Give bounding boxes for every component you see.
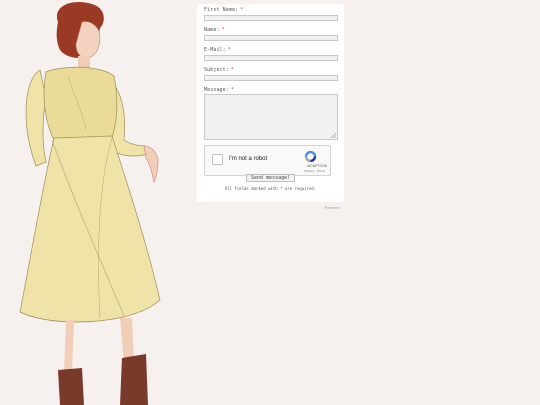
recaptcha-privacy-terms[interactable]: Privacy - Terms bbox=[304, 169, 325, 173]
recaptcha-logo-icon bbox=[304, 150, 317, 163]
contact-form: First Name: * Name: * E-Mail: * Subject: * M… bbox=[197, 4, 344, 202]
powered-by-link[interactable]: Powered bbox=[325, 206, 339, 210]
name-field[interactable] bbox=[204, 35, 338, 41]
subject-field[interactable] bbox=[204, 75, 338, 81]
first-name-label-text: First Name: bbox=[204, 7, 239, 13]
message-label-text: Message: bbox=[204, 87, 229, 93]
email-field[interactable] bbox=[204, 55, 338, 61]
required-mark: * bbox=[221, 27, 225, 33]
subject-label-text: Subject: bbox=[204, 67, 229, 73]
email-label-text: E-Mail: bbox=[204, 47, 226, 53]
fashion-illustration bbox=[19, 2, 161, 405]
resize-grip-icon[interactable] bbox=[331, 133, 336, 138]
first-name-label: First Name: * bbox=[204, 7, 243, 13]
name-label-text: Name: bbox=[204, 27, 220, 33]
required-mark: * bbox=[240, 7, 244, 13]
send-message-button[interactable]: Send message! bbox=[246, 174, 296, 182]
email-label: E-Mail: * bbox=[204, 47, 231, 53]
required-mark: * bbox=[230, 87, 235, 93]
required-mark: * bbox=[230, 67, 235, 73]
message-textarea[interactable] bbox=[204, 94, 338, 140]
subject-label: Subject: * bbox=[204, 67, 234, 73]
message-label: Message: * bbox=[204, 87, 234, 93]
first-name-field[interactable] bbox=[204, 15, 338, 21]
recaptcha-brand: reCAPTCHA bbox=[307, 164, 327, 168]
required-fields-note: All fields marked with * are required. bbox=[224, 186, 317, 191]
recaptcha-label: I'm not a robot bbox=[229, 156, 268, 162]
required-mark: * bbox=[227, 47, 231, 53]
name-label: Name: * bbox=[204, 27, 225, 33]
recaptcha-widget: I'm not a robot reCAPTCHA Privacy - Term… bbox=[204, 145, 331, 176]
recaptcha-checkbox[interactable] bbox=[212, 154, 223, 165]
